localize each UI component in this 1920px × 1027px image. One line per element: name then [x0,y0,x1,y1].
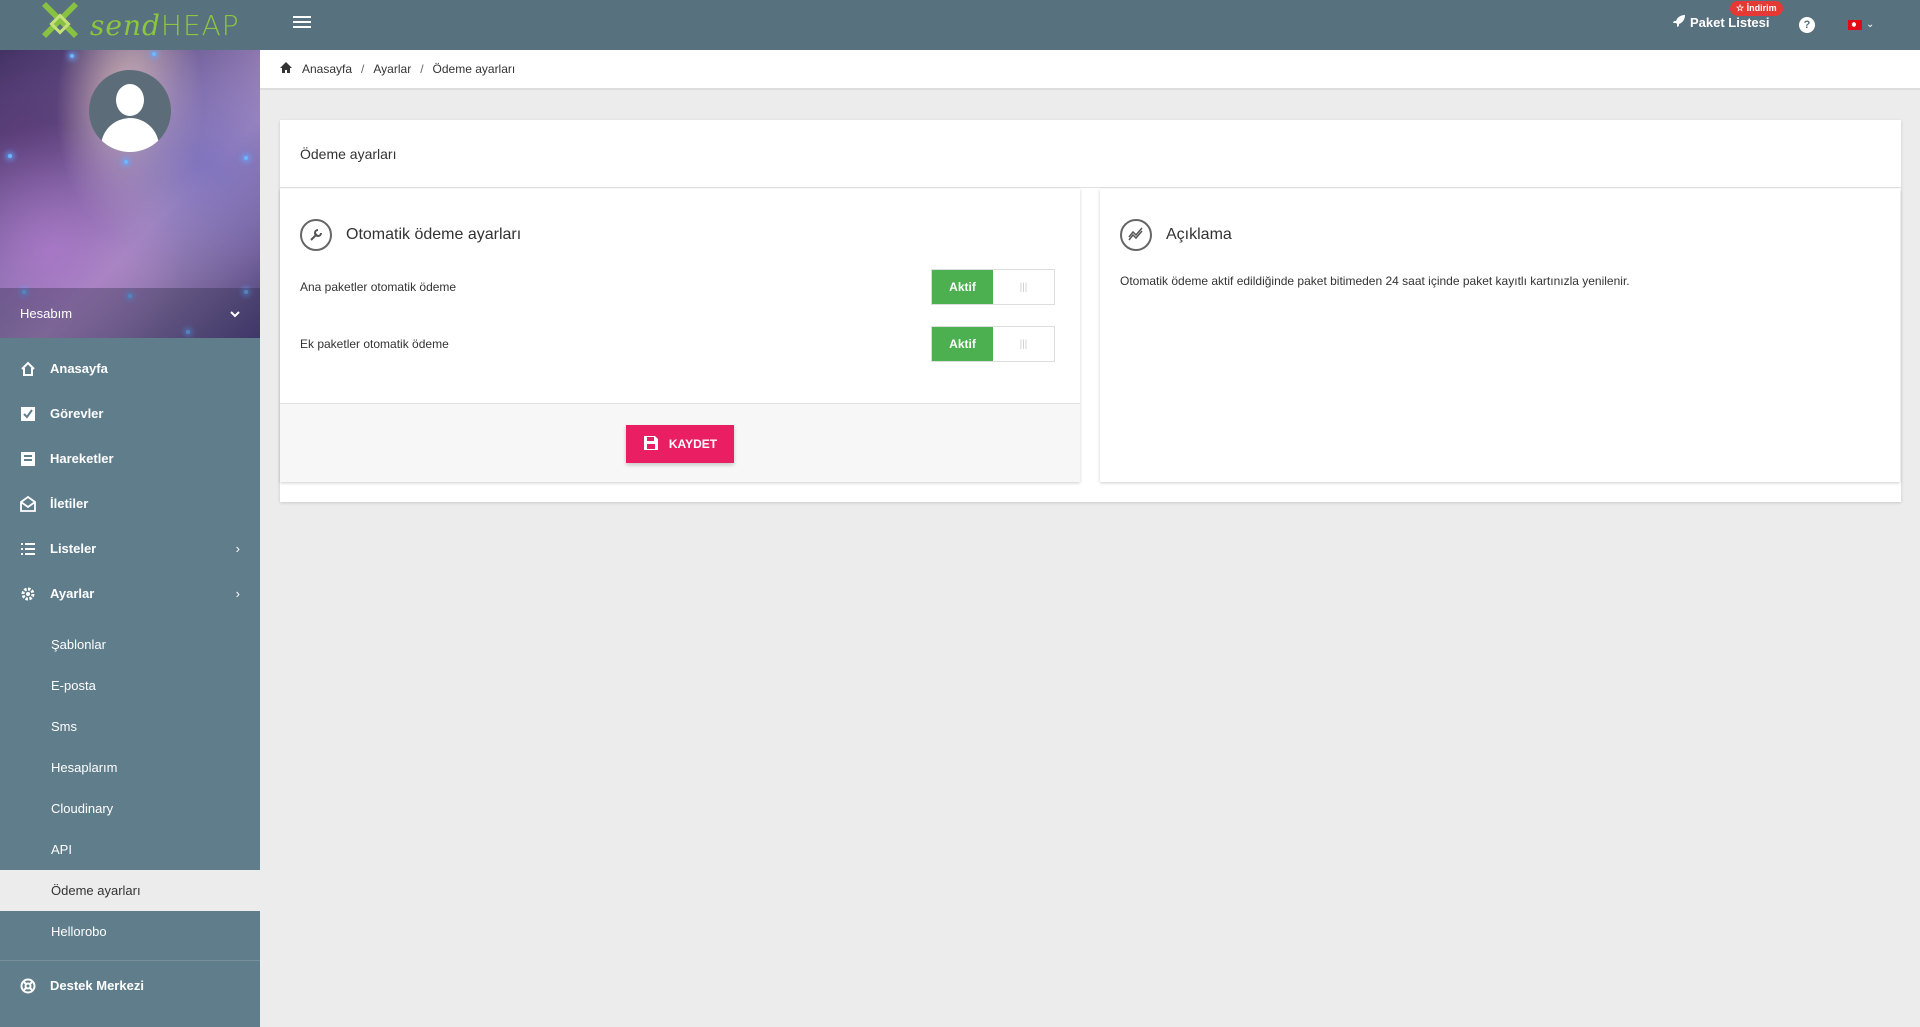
breadcrumb: Anasayfa / Ayarlar / Ödeme ayarları [260,50,1920,90]
breadcrumb-anasayfa[interactable]: Anasayfa [302,62,352,76]
sidebar: Hesabım Anasayfa Görevler Hareketler İle… [0,50,260,1027]
trend-chart-icon [1120,219,1152,251]
sidebar-item-iletiler[interactable]: İletiler [0,481,260,526]
menu-toggle-icon[interactable] [293,16,311,34]
avatar[interactable] [89,70,171,152]
extra-package-autopay-toggle[interactable]: Aktif ||| [931,326,1055,362]
package-list-link[interactable]: Paket Listesi [1672,14,1770,31]
sidebar-item-label: Anasayfa [50,361,108,376]
submenu-item-hellorobo[interactable]: Hellorobo [0,911,260,952]
panel-title: Açıklama [1120,219,1232,251]
settings-row: Ek paketler otomatik ödeme Aktif ||| [300,326,1055,362]
toggle-handle[interactable]: ||| [993,327,1054,361]
package-list-label: Paket Listesi [1690,15,1770,30]
sidebar-item-listeler[interactable]: Listeler › [0,526,260,571]
toggle-on-label: Aktif [932,327,993,361]
sidebar-item-gorevler[interactable]: Görevler [0,391,260,436]
description-text: Otomatik ödeme aktif edildiğinde paket b… [1120,274,1630,288]
wrench-icon [300,219,332,251]
floppy-disk-icon [643,435,659,454]
main-nav: Anasayfa Görevler Hareketler İletiler Li… [0,338,260,616]
submenu-item-odeme-ayarlari[interactable]: Ödeme ayarları [0,870,260,911]
chevron-down-icon [230,306,240,321]
row-label: Ana paketler otomatik ödeme [300,280,457,294]
top-bar: sendHEAP Paket Listesi ☆ İndirim ? ⌄ [0,0,1920,50]
discount-badge[interactable]: ☆ İndirim [1730,1,1783,16]
sidebar-item-label: İletiler [50,496,89,511]
sidebar-item-hareketler[interactable]: Hareketler [0,436,260,481]
sidebar-item-label: Görevler [50,406,104,421]
breadcrumb-current: Ödeme ayarları [432,62,516,76]
sidebar-item-anasayfa[interactable]: Anasayfa [0,346,260,391]
sidebar-item-destek-merkezi[interactable]: Destek Merkezi [0,963,260,1008]
home-icon [20,361,36,377]
settings-row: Ana paketler otomatik ödeme Aktif ||| [300,269,1055,305]
mail-open-icon [20,495,36,512]
sidebar-item-label: Hareketler [50,451,114,466]
sidebar-item-label: Ayarlar [50,586,95,601]
save-button[interactable]: KAYDET [626,425,734,463]
panel-title-label: Açıklama [1166,226,1232,243]
submenu-item-api[interactable]: API [0,829,260,870]
settings-submenu: Şablonlar E-posta Sms Hesaplarım Cloudin… [0,616,260,952]
chevron-right-icon: › [235,586,240,601]
lifebuoy-icon [20,978,36,994]
account-label: Hesabım [20,305,73,321]
breadcrumb-ayarlar[interactable]: Ayarlar [373,62,411,76]
language-selector[interactable]: ⌄ [1848,19,1874,30]
card-title: Ödeme ayarları [280,120,1901,188]
divider [0,960,260,961]
sidebar-item-label: Listeler [50,541,97,556]
panel-footer: KAYDET [280,403,1080,482]
rocket-icon [1672,14,1686,31]
toggle-on-label: Aktif [932,270,993,304]
list-icon [20,541,36,557]
toggle-handle[interactable]: ||| [993,270,1054,304]
submenu-item-eposta[interactable]: E-posta [0,665,260,706]
payment-settings-card: Ödeme ayarları Otomatik ödeme ayarları A… [280,120,1901,502]
logo[interactable]: sendHEAP [36,0,240,50]
checkbox-icon [20,406,36,422]
panel-title-label: Otomatik ödeme ayarları [346,226,522,243]
auto-payment-panel: Otomatik ödeme ayarları Ana paketler oto… [280,189,1080,482]
logo-text: sendHEAP [90,8,240,42]
chevron-right-icon: › [235,541,240,556]
turkey-flag-icon [1848,19,1862,30]
description-panel: Açıklama Otomatik ödeme aktif edildiğind… [1100,189,1900,482]
help-icon[interactable]: ? [1799,17,1815,33]
save-button-label: KAYDET [668,437,718,451]
home-icon[interactable] [280,62,292,76]
chevron-down-icon: ⌄ [1866,19,1875,30]
row-label: Ek paketler otomatik ödeme [300,337,449,351]
submenu-item-sms[interactable]: Sms [0,706,260,747]
main-package-autopay-toggle[interactable]: Aktif ||| [931,269,1055,305]
gear-icon [20,586,36,602]
logo-mark-icon [36,0,86,50]
submenu-item-sablonlar[interactable]: Şablonlar [0,624,260,665]
sidebar-item-ayarlar[interactable]: Ayarlar › [0,571,260,616]
sidebar-item-label: Destek Merkezi [50,978,144,993]
account-menu[interactable]: Hesabım [0,288,260,338]
submenu-item-cloudinary[interactable]: Cloudinary [0,788,260,829]
submenu-item-hesaplarim[interactable]: Hesaplarım [0,747,260,788]
receipt-icon [20,451,36,467]
panel-title: Otomatik ödeme ayarları [300,219,521,251]
profile-panel: Hesabım [0,50,260,338]
